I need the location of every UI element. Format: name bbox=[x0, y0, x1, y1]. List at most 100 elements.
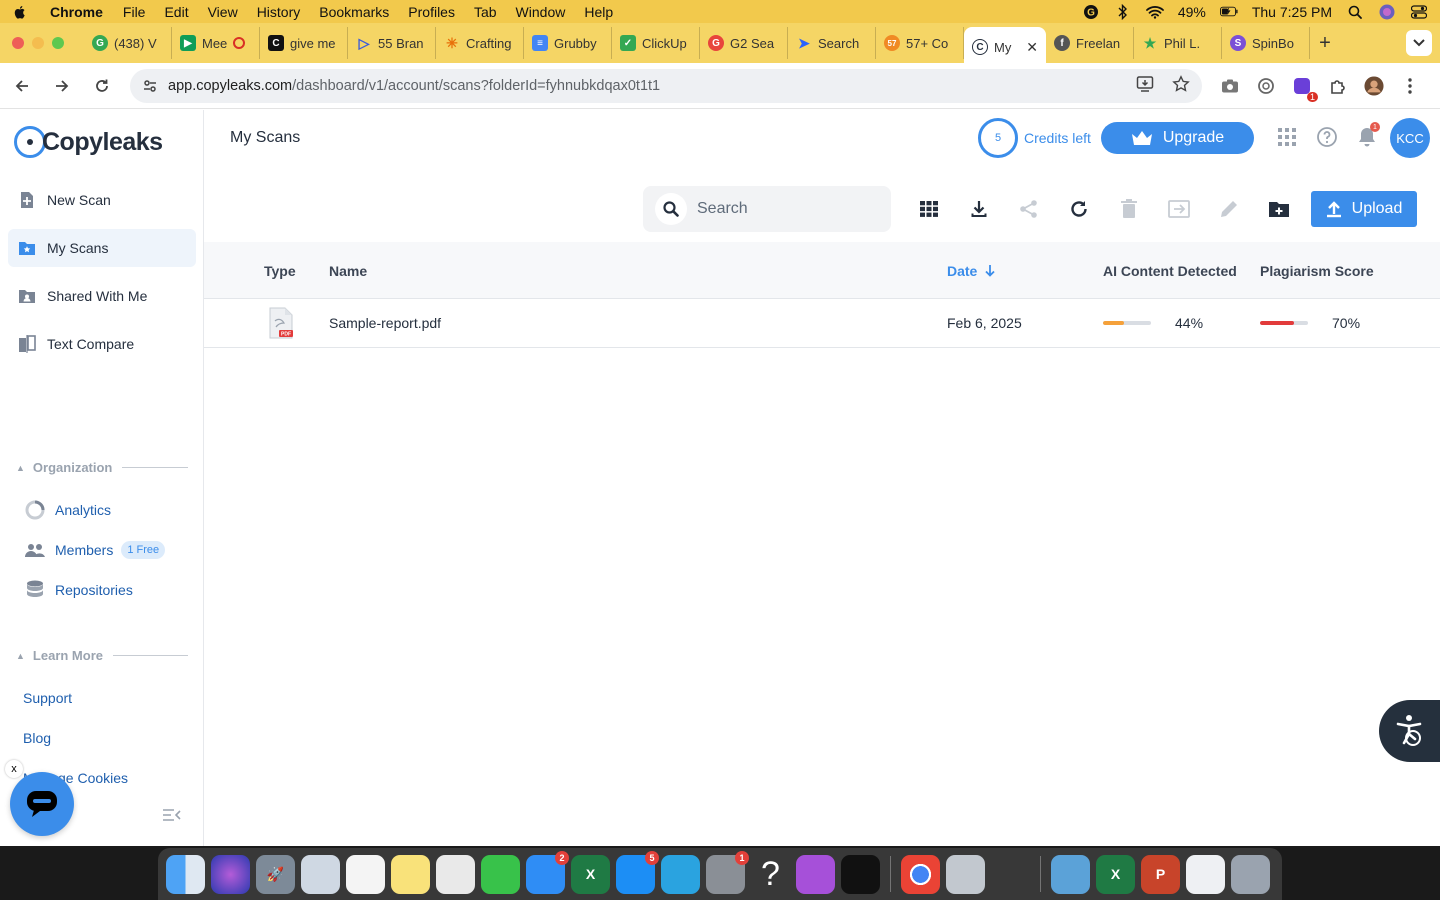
browser-tab[interactable]: f Freelan bbox=[1046, 27, 1134, 59]
sidebar-item-shared-with-me[interactable]: Shared With Me bbox=[8, 277, 196, 315]
apple-logo-icon[interactable] bbox=[12, 4, 28, 20]
bluetooth-icon[interactable] bbox=[1114, 3, 1132, 20]
browser-tab[interactable]: ▶ Mee bbox=[172, 27, 260, 59]
scan-name[interactable]: Sample-report.pdf bbox=[329, 315, 441, 331]
column-header-plagiarism[interactable]: Plagiarism Score bbox=[1260, 263, 1374, 279]
browser-tab[interactable]: 57 57+ Co bbox=[876, 27, 964, 59]
messages-app-icon[interactable]: 2 bbox=[526, 850, 569, 894]
whatsapp-app-icon[interactable] bbox=[436, 854, 475, 894]
browser-tab[interactable]: S SpinBo bbox=[1222, 27, 1310, 59]
sidebar-item-repositories[interactable]: Repositories bbox=[24, 580, 133, 600]
menu-file[interactable]: File bbox=[123, 4, 146, 20]
sidebar-item-text-compare[interactable]: Text Compare bbox=[8, 325, 196, 363]
install-app-icon[interactable] bbox=[1136, 75, 1154, 97]
back-button[interactable] bbox=[4, 78, 40, 94]
powerpoint-document-icon[interactable]: P bbox=[1141, 854, 1180, 894]
apple-tv-app-icon[interactable] bbox=[841, 854, 880, 894]
edit-pencil-icon[interactable] bbox=[1218, 198, 1240, 220]
new-folder-icon[interactable] bbox=[1268, 198, 1290, 220]
minimize-window-button[interactable] bbox=[32, 37, 44, 49]
browser-tab-active[interactable]: C My ✕ bbox=[964, 27, 1046, 67]
openai-extension-icon[interactable] bbox=[1256, 76, 1276, 96]
download-icon[interactable] bbox=[968, 198, 990, 220]
spotlight-search-icon[interactable] bbox=[1346, 4, 1364, 20]
browser-tab[interactable]: G (438) V bbox=[84, 27, 172, 59]
system-settings-app-icon[interactable]: 1 bbox=[706, 850, 749, 894]
maximize-window-button[interactable] bbox=[52, 37, 64, 49]
camera-extension-icon[interactable] bbox=[1220, 76, 1240, 96]
column-header-date[interactable]: Date bbox=[947, 263, 995, 279]
menu-profiles[interactable]: Profiles bbox=[408, 4, 455, 20]
sidebar-item-members[interactable]: Members 1 Free bbox=[24, 540, 166, 560]
delete-icon[interactable] bbox=[1118, 198, 1140, 220]
browser-tab[interactable]: ✓ ClickUp bbox=[612, 27, 700, 59]
chat-launcher-button[interactable] bbox=[10, 772, 74, 836]
user-avatar[interactable]: KCC bbox=[1390, 118, 1430, 158]
excel-document-icon[interactable]: X bbox=[1096, 854, 1135, 894]
reminders-app-icon[interactable] bbox=[346, 854, 385, 894]
menu-view[interactable]: View bbox=[208, 4, 238, 20]
chat-close-icon[interactable]: x bbox=[5, 760, 23, 778]
menu-history[interactable]: History bbox=[257, 4, 301, 20]
sidebar-item-new-scan[interactable]: New Scan bbox=[8, 181, 196, 219]
pixelmator-app-icon[interactable] bbox=[991, 855, 1030, 894]
notification-extension-icon[interactable]: 1 bbox=[1292, 76, 1318, 102]
menu-bookmarks[interactable]: Bookmarks bbox=[319, 4, 389, 20]
column-header-type[interactable]: Type bbox=[264, 263, 296, 279]
help-icon[interactable] bbox=[1316, 126, 1338, 148]
collapse-sidebar-icon[interactable] bbox=[162, 808, 182, 825]
wifi-icon[interactable] bbox=[1145, 4, 1164, 20]
menu-help[interactable]: Help bbox=[584, 4, 613, 20]
control-center-icon[interactable] bbox=[1410, 4, 1428, 20]
reload-button[interactable] bbox=[84, 78, 120, 94]
apps-grid-icon[interactable] bbox=[1276, 126, 1298, 148]
organization-section-header[interactable]: ▲ Organization bbox=[16, 460, 188, 475]
facetime-app-icon[interactable] bbox=[481, 854, 520, 894]
telegram-app-icon[interactable] bbox=[661, 854, 700, 894]
finder-app-icon[interactable] bbox=[166, 854, 205, 894]
column-header-name[interactable]: Name bbox=[329, 263, 367, 279]
move-to-folder-icon[interactable] bbox=[1168, 198, 1190, 220]
upgrade-button[interactable]: Upgrade bbox=[1101, 122, 1254, 154]
notes-app-icon[interactable] bbox=[391, 854, 430, 894]
tab-search-dropdown-icon[interactable] bbox=[1406, 30, 1432, 56]
notifications-bell-icon[interactable]: 1 bbox=[1356, 122, 1380, 148]
copyleaks-logo[interactable]: Copyleaks bbox=[14, 126, 163, 158]
launchpad-app-icon[interactable]: 🚀 bbox=[256, 854, 295, 894]
close-window-button[interactable] bbox=[12, 37, 24, 49]
refresh-icon[interactable] bbox=[1068, 198, 1090, 220]
menu-app-name[interactable]: Chrome bbox=[50, 4, 103, 20]
accessibility-widget-button[interactable] bbox=[1379, 700, 1440, 762]
siri-icon[interactable] bbox=[1378, 4, 1396, 20]
credits-indicator[interactable]: 5 Credits left bbox=[978, 118, 1091, 158]
extensions-puzzle-icon[interactable] bbox=[1328, 76, 1348, 96]
upload-button[interactable]: Upload bbox=[1311, 191, 1417, 227]
menu-tab[interactable]: Tab bbox=[474, 4, 497, 20]
siri-app-icon[interactable] bbox=[211, 854, 250, 894]
column-header-ai-content[interactable]: AI Content Detected bbox=[1103, 263, 1237, 279]
browser-tab[interactable]: ▷ 55 Bran bbox=[348, 27, 436, 59]
browser-tab[interactable]: G G2 Sea bbox=[700, 27, 788, 59]
learn-more-section-header[interactable]: ▲ Learn More bbox=[16, 648, 188, 663]
excel-app-icon[interactable]: X bbox=[571, 854, 610, 894]
grammarly-icon[interactable]: G bbox=[1082, 4, 1100, 20]
help-viewer-app-icon[interactable]: ? bbox=[751, 855, 790, 894]
sidebar-item-analytics[interactable]: Analytics bbox=[24, 500, 111, 520]
new-tab-button[interactable]: + bbox=[1310, 32, 1340, 55]
address-bar[interactable]: app.copyleaks.com/dashboard/v1/account/s… bbox=[130, 68, 1202, 103]
image-capture-app-icon[interactable] bbox=[946, 854, 985, 894]
app-store-app-icon[interactable]: 5 bbox=[616, 850, 659, 894]
browser-tab[interactable]: ✳ Crafting bbox=[436, 27, 524, 59]
podcasts-app-icon[interactable] bbox=[796, 854, 835, 894]
browser-tab[interactable]: ➤ Search bbox=[788, 27, 876, 59]
bookmark-star-icon[interactable] bbox=[1172, 74, 1190, 97]
search-icon[interactable] bbox=[655, 193, 687, 225]
downloads-folder-icon[interactable] bbox=[1051, 854, 1090, 894]
blog-link[interactable]: Blog bbox=[23, 730, 51, 746]
menu-edit[interactable]: Edit bbox=[164, 4, 188, 20]
browser-tab[interactable]: ≡ Grubby bbox=[524, 27, 612, 59]
sidebar-item-my-scans[interactable]: My Scans bbox=[8, 229, 196, 267]
table-row[interactable]: PDF Sample-report.pdf Feb 6, 2025 44% 70… bbox=[204, 299, 1440, 348]
support-link[interactable]: Support bbox=[23, 690, 72, 706]
profile-avatar-icon[interactable] bbox=[1364, 75, 1384, 96]
